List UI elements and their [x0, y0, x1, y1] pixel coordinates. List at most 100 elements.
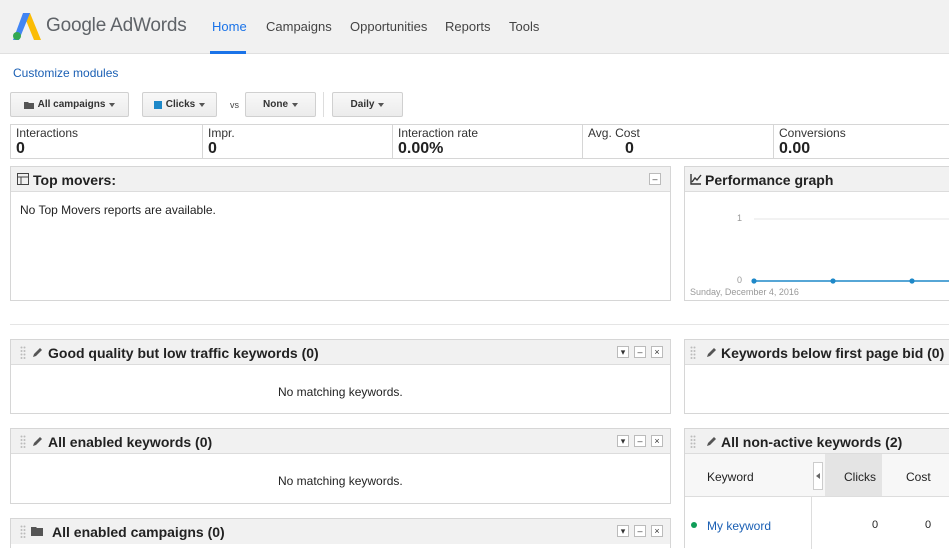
minimize-button[interactable]: –	[634, 435, 646, 447]
folder-icon	[31, 527, 43, 536]
minimize-button[interactable]: –	[634, 346, 646, 358]
panel-title: Top movers:	[33, 172, 116, 188]
metric-label: Impr.	[208, 126, 235, 140]
options-dropdown-button[interactable]: ▾	[617, 435, 629, 447]
column-divider	[811, 497, 812, 549]
metric-value: 0	[625, 140, 634, 157]
metric-value: 0	[208, 140, 217, 157]
brand-name: Google AdWords	[46, 15, 187, 36]
panel-header: All enabled keywords (0) ▾ – ×	[11, 429, 670, 454]
close-button[interactable]: ×	[651, 525, 663, 537]
pencil-icon[interactable]	[32, 346, 44, 358]
nav-reports[interactable]: Reports	[445, 19, 491, 34]
keyword-link[interactable]: My keyword	[707, 519, 771, 533]
column-header-clicks[interactable]: Clicks	[844, 470, 876, 484]
vs-label: vs	[230, 100, 239, 110]
metric1-label: Clicks	[165, 99, 196, 110]
metric-avg-cost[interactable]: Avg. Cost 0	[583, 125, 774, 158]
nav-campaigns[interactable]: Campaigns	[266, 19, 332, 34]
nav-active-indicator	[210, 51, 246, 54]
nav-home[interactable]: Home	[212, 19, 247, 34]
data-point[interactable]	[830, 278, 836, 284]
nav-opportunities[interactable]: Opportunities	[350, 19, 427, 34]
chevron-down-icon	[199, 102, 206, 107]
metric-interaction-rate[interactable]: Interaction rate 0.00%	[393, 125, 583, 158]
customize-modules-link[interactable]: Customize modules	[13, 66, 118, 80]
metric-label: Interaction rate	[398, 126, 479, 140]
top-movers-message: No Top Movers reports are available.	[20, 203, 216, 217]
below-first-page-panel: Keywords below first page bid (0)	[684, 339, 949, 414]
nav-tools[interactable]: Tools	[509, 19, 539, 34]
control-divider	[323, 92, 324, 117]
pencil-icon[interactable]	[32, 435, 44, 447]
pencil-icon[interactable]	[706, 346, 718, 358]
metric-interactions[interactable]: Interactions 0	[11, 125, 203, 158]
column-header-keyword[interactable]: Keyword	[707, 470, 754, 484]
metrics-bar: Interactions 0 Impr. 0 Interaction rate …	[10, 124, 949, 159]
panel-header: All enabled campaigns (0) ▾ – ×	[11, 519, 670, 544]
top-movers-panel: Top movers: – No Top Movers reports are …	[10, 166, 671, 301]
performance-chart	[751, 218, 949, 284]
panel-header: Keywords below first page bid (0)	[685, 340, 949, 365]
scroll-left-button[interactable]	[813, 462, 823, 490]
non-active-keywords-panel: All non-active keywords (2) Keyword Clic…	[684, 428, 949, 549]
drag-handle-icon[interactable]	[20, 346, 26, 359]
metric2-dropdown[interactable]: None	[245, 92, 316, 117]
empty-message: No matching keywords.	[278, 385, 403, 399]
close-button[interactable]: ×	[651, 346, 663, 358]
drag-handle-icon[interactable]	[690, 435, 696, 448]
metric1-dropdown[interactable]: Clicks	[142, 92, 217, 117]
all-enabled-keywords-panel: All enabled keywords (0) ▾ – × No matchi…	[10, 428, 671, 504]
options-dropdown-button[interactable]: ▾	[617, 346, 629, 358]
pencil-icon[interactable]	[706, 435, 718, 447]
adwords-logo-icon	[13, 13, 41, 40]
good-quality-panel: Good quality but low traffic keywords (0…	[10, 339, 671, 414]
metric-conversions[interactable]: Conversions 0.00	[774, 125, 949, 158]
panel-header: Good quality but low traffic keywords (0…	[11, 340, 670, 365]
chevron-down-icon	[292, 102, 298, 107]
panel-title: Keywords below first page bid (0)	[721, 345, 945, 361]
chevron-left-icon	[816, 473, 820, 479]
metric-label: Interactions	[16, 126, 79, 140]
granularity-dropdown[interactable]: Daily	[332, 92, 403, 117]
line-chart-icon	[690, 174, 702, 185]
all-enabled-campaigns-panel: All enabled campaigns (0) ▾ – ×	[10, 518, 671, 548]
panel-title: All non-active keywords (2)	[721, 434, 903, 450]
metric-label: Avg. Cost	[588, 126, 640, 140]
panel-title: All enabled campaigns (0)	[52, 524, 225, 540]
drag-handle-icon[interactable]	[690, 346, 696, 359]
drag-handle-icon[interactable]	[20, 435, 26, 448]
x-axis-label: Sunday, December 4, 2016	[690, 287, 799, 297]
data-point[interactable]	[751, 278, 757, 284]
chevron-down-icon	[109, 102, 116, 107]
panel-title: Good quality but low traffic keywords (0…	[48, 345, 319, 361]
minimize-button[interactable]: –	[649, 173, 661, 185]
table-header: Keyword Clicks Cost	[685, 454, 949, 497]
section-divider	[10, 324, 949, 325]
status-enabled-icon	[691, 522, 697, 528]
metric-label: Conversions	[779, 126, 846, 140]
metric2-label: None	[263, 99, 288, 110]
data-point[interactable]	[909, 278, 915, 284]
panel-header: Top movers: –	[11, 167, 670, 192]
table-icon	[17, 173, 29, 185]
minimize-button[interactable]: –	[634, 525, 646, 537]
cost-cell: 0	[925, 519, 932, 531]
metric-swatch-icon	[153, 100, 162, 109]
close-button[interactable]: ×	[651, 435, 663, 447]
metric-impressions[interactable]: Impr. 0	[203, 125, 393, 158]
options-dropdown-button[interactable]: ▾	[617, 525, 629, 537]
metric-value: 0.00	[779, 140, 811, 157]
panel-header: Performance graph	[685, 167, 949, 192]
metric-value: 0.00%	[398, 140, 444, 157]
clicks-cell: 0	[872, 519, 879, 531]
chevron-down-icon	[378, 102, 385, 107]
panel-title: Performance graph	[705, 172, 834, 188]
panel-header: All non-active keywords (2)	[685, 429, 949, 454]
column-header-cost[interactable]: Cost	[906, 470, 931, 484]
drag-handle-icon[interactable]	[20, 525, 26, 538]
empty-message: No matching keywords.	[278, 474, 403, 488]
granularity-label: Daily	[350, 99, 375, 110]
campaign-filter-dropdown[interactable]: All campaigns	[10, 92, 129, 117]
campaign-filter-label: All campaigns	[37, 99, 106, 110]
